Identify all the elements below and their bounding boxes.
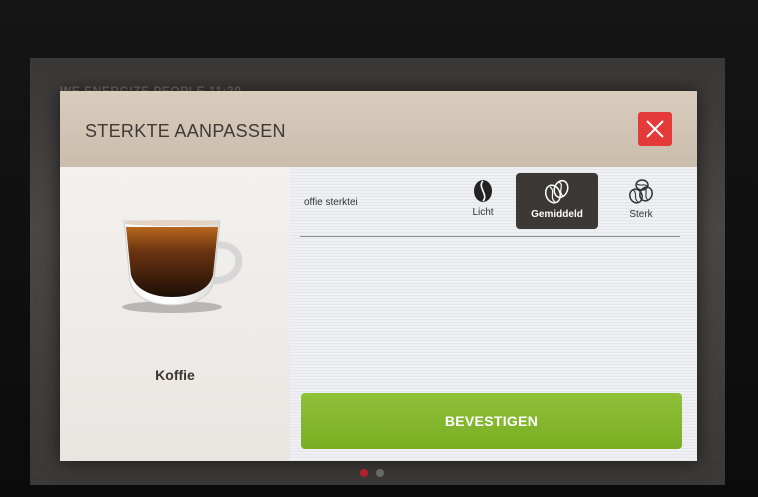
page-dot[interactable] — [376, 469, 384, 477]
dialog-title: STERKTE AANPASSEN — [85, 121, 286, 141]
strength-option-label: Sterk — [629, 209, 653, 220]
strength-option-sterk[interactable]: Sterk — [608, 173, 674, 229]
double-bean-icon — [544, 179, 569, 204]
strength-option-label: Licht — [472, 207, 494, 218]
strength-option-gemiddeld[interactable]: Gemiddeld — [516, 173, 598, 229]
triple-bean-icon — [629, 179, 653, 204]
divider — [300, 236, 680, 237]
close-button[interactable] — [638, 112, 672, 146]
strength-dialog: STERKTE AANPASSEN Koffie offie sterktei … — [60, 91, 697, 461]
strength-option-label: Gemiddeld — [531, 209, 583, 220]
strength-option-licht[interactable]: Licht — [450, 173, 516, 229]
product-panel: Koffie — [60, 167, 290, 461]
dialog-header: STERKTE AANPASSEN — [60, 91, 697, 167]
strength-label: offie sterktei — [304, 197, 358, 208]
single-bean-icon — [474, 180, 492, 202]
close-x-icon — [646, 120, 664, 138]
page-dot-active[interactable] — [360, 469, 368, 477]
page-indicator — [360, 464, 392, 482]
coffee-cup-icon — [122, 220, 243, 313]
confirm-button[interactable]: BEVESTIGEN — [301, 393, 682, 449]
strength-panel: offie sterktei Licht Gemiddeld Sterk BEV… — [290, 167, 697, 461]
product-name: Koffie — [155, 367, 195, 383]
screen: WE ENERGIZE PEOPLE 11:30 STERKTE AANPASS… — [30, 58, 725, 485]
